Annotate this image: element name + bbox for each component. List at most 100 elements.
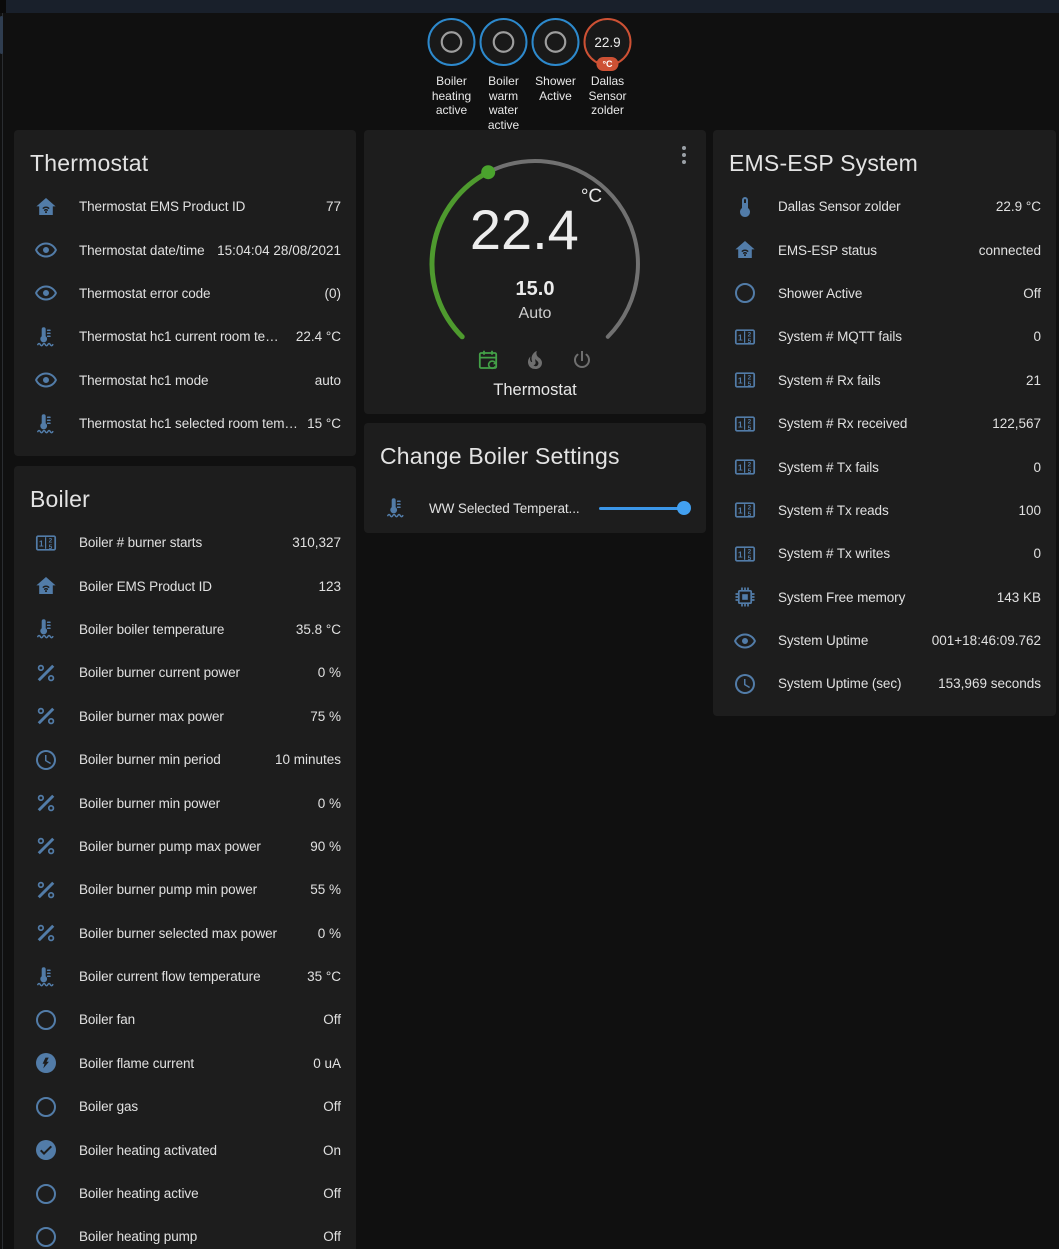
badge-value: 22.9 [594,35,620,50]
entity-row[interactable]: 125 Boiler # burner starts 310,327 [14,521,356,564]
entity-row[interactable]: System Uptime (sec) 153,969 seconds [713,662,1056,705]
entity-label: Thermostat hc1 current room temper... [79,329,288,344]
entity-row[interactable]: EMS-ESP status connected [713,228,1056,271]
circle-outline-icon [439,29,465,55]
badge-circle [532,18,580,66]
entity-label: Boiler current flow temperature [79,969,299,984]
ems-esp-system-card: EMS-ESP System Dallas Sensor zolder 22.9… [713,130,1056,716]
entity-row[interactable]: Boiler fan Off [14,998,356,1041]
entity-row[interactable]: Boiler burner pump min power 55 % [14,868,356,911]
entity-label: Boiler heating activated [79,1143,315,1158]
entity-label: System Uptime [778,633,924,648]
fire-icon[interactable] [523,348,547,372]
dial-handle[interactable] [481,165,495,179]
entity-value: Off [323,1229,341,1244]
circle-outline-icon [733,281,757,305]
entity-row[interactable]: Boiler heating activated On [14,1128,356,1171]
svg-text:5: 5 [748,338,752,345]
entity-row[interactable]: Boiler burner min period 10 minutes [14,738,356,781]
entity-row[interactable]: 125 System # Tx fails 0 [713,445,1056,488]
counter-icon: 125 [733,412,757,436]
chip-icon [733,585,757,609]
coolant-temperature-icon [34,965,58,989]
entity-label: EMS-ESP status [778,243,971,258]
entity-row[interactable]: Boiler burner min power 0 % [14,781,356,824]
entity-label: Boiler burner max power [79,709,302,724]
entity-row[interactable]: Boiler current flow temperature 35 °C [14,955,356,998]
entity-value: 153,969 seconds [938,676,1041,691]
entity-row[interactable]: Boiler boiler temperature 35.8 °C [14,608,356,651]
entity-row[interactable]: 125 System # Rx received 122,567 [713,402,1056,445]
power-icon[interactable] [570,348,594,372]
badge-label: Shower Active [530,74,581,103]
entity-value: Off [323,1186,341,1201]
kebab-menu-icon[interactable] [679,143,689,167]
left-scrollbar-thumb[interactable] [0,16,3,54]
left-edge-divider [2,13,3,1249]
entity-row[interactable]: Boiler burner selected max power 0 % [14,912,356,955]
ww-selected-temperature-row[interactable]: WW Selected Temperat... [364,485,706,531]
entity-row[interactable]: Dallas Sensor zolder 22.9 °C [713,185,1056,228]
svg-text:1: 1 [738,506,743,516]
entity-row[interactable]: 125 System # Rx fails 21 [713,359,1056,402]
entity-row[interactable]: 125 System # Tx reads 100 [713,489,1056,532]
climate-thermostat-card: 22.4°C 15.0 Auto Thermostat [364,130,706,414]
entity-value: 0 [1033,460,1041,475]
entity-label: Boiler burner min period [79,752,267,767]
percent-icon [34,834,58,858]
temperature-unit: °C [581,186,602,207]
entity-label: Boiler # burner starts [79,535,284,550]
entity-label: Thermostat error code [79,286,317,301]
entity-row[interactable]: System Free memory 143 KB [713,576,1056,619]
entity-label: System # MQTT fails [778,329,1025,344]
slider-thumb[interactable] [677,501,691,515]
flash-circle-icon [34,1051,58,1075]
percent-icon [34,878,58,902]
badge[interactable]: Boiler warm water active [478,18,529,132]
entity-row[interactable]: System Uptime 001+18:46:09.762 [713,619,1056,662]
entity-row[interactable]: Thermostat error code (0) [14,272,356,315]
entity-row[interactable]: Shower Active Off [713,272,1056,315]
circle-outline-icon [34,1182,58,1206]
entity-row[interactable]: Boiler EMS Product ID 123 [14,564,356,607]
entity-row[interactable]: Boiler gas Off [14,1085,356,1128]
badge[interactable]: Shower Active [530,18,581,103]
entity-value: 22.9 °C [996,199,1041,214]
circle-outline-icon [543,29,569,55]
svg-text:5: 5 [49,543,53,550]
entity-row[interactable]: Thermostat hc1 selected room temper... 1… [14,402,356,445]
coolant-temperature-icon [34,617,58,641]
entity-row[interactable]: 125 System # MQTT fails 0 [713,315,1056,358]
entity-row[interactable]: Thermostat hc1 current room temper... 22… [14,315,356,358]
thermometer-icon [733,195,757,219]
entity-row[interactable]: Boiler burner current power 0 % [14,651,356,694]
counter-icon: 125 [34,531,58,555]
entity-label: Thermostat hc1 mode [79,373,307,388]
entity-label: System # Rx fails [778,373,1018,388]
entity-row[interactable]: Boiler burner max power 75 % [14,695,356,738]
badge-circle: 22.9 °C [584,18,632,66]
badge[interactable]: 22.9 °C Dallas Sensor zolder [582,18,633,118]
entity-row[interactable]: Thermostat date/time 15:04:04 28/08/2021 [14,228,356,271]
svg-text:5: 5 [748,381,752,388]
change-boiler-settings-card: Change Boiler Settings WW Selected Tempe… [364,423,706,533]
slider-track [599,507,685,510]
entity-row[interactable]: Boiler heating active Off [14,1172,356,1215]
entity-row[interactable]: Thermostat hc1 mode auto [14,359,356,402]
entity-value: 10 minutes [275,752,341,767]
entity-row[interactable]: 125 System # Tx writes 0 [713,532,1056,575]
badge-label: Dallas Sensor zolder [582,74,633,118]
entity-label: Boiler fan [79,1012,315,1027]
hvac-mode-buttons [364,348,706,372]
calendar-sync-icon[interactable] [476,348,500,372]
entity-row[interactable]: Boiler heating pump Off [14,1215,356,1249]
entity-row[interactable]: Boiler flame current 0 uA [14,1042,356,1085]
entity-value: 0 [1033,546,1041,561]
entity-value: 001+18:46:09.762 [932,633,1041,648]
card-title: Boiler [14,466,356,521]
ww-temperature-slider[interactable] [599,501,691,515]
entity-row[interactable]: Boiler burner pump max power 90 % [14,825,356,868]
entity-row[interactable]: Thermostat EMS Product ID 77 [14,185,356,228]
badge[interactable]: Boiler heating active [426,18,477,118]
card-title: Thermostat [14,130,356,185]
